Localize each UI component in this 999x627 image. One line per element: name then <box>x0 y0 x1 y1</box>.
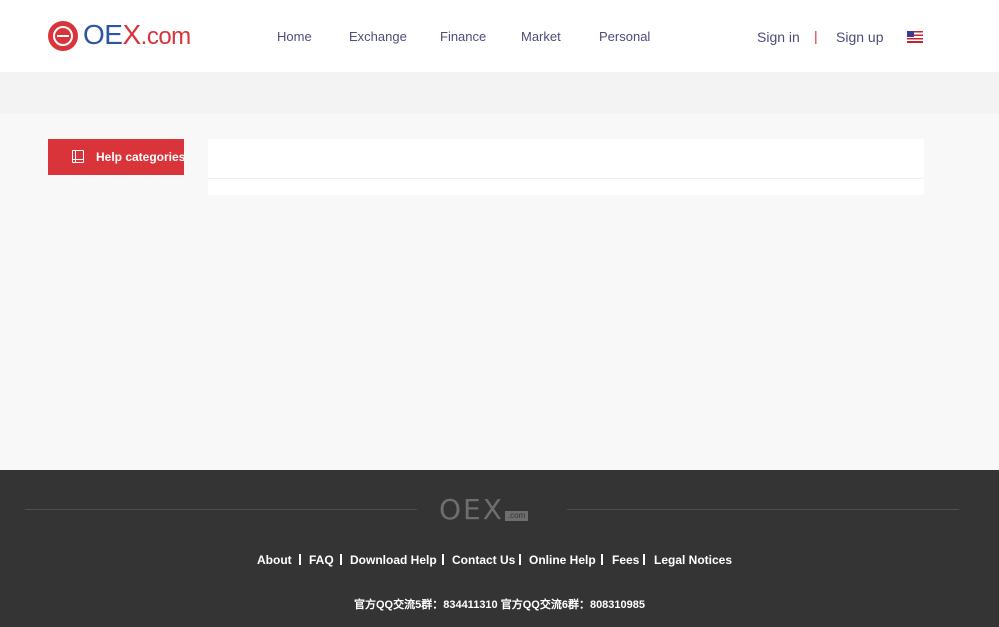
site-header: OEX.com Home Exchange Finance Market Per… <box>0 0 999 72</box>
oex-logo[interactable]: OEX.com <box>48 19 191 52</box>
nav-exchange[interactable]: Exchange <box>349 29 407 44</box>
footer-separator <box>519 554 521 565</box>
footer-separator <box>299 554 301 565</box>
footer-separator <box>643 554 645 565</box>
footer-link-about[interactable]: About <box>257 553 292 567</box>
sign-in-link[interactable]: Sign in <box>757 29 800 45</box>
qq-group-info: 官方QQ交流5群：834411310 官方QQ交流6群：808310985 <box>353 599 646 611</box>
footer-links: About FAQ Download Help Contact Us Onlin… <box>0 553 999 569</box>
footer-link-faq[interactable]: FAQ <box>309 553 334 567</box>
footer-link-download-help[interactable]: Download Help <box>350 553 437 567</box>
footer-logo: OEX .com <box>439 496 529 524</box>
help-content-panel <box>208 139 924 195</box>
nav-market[interactable]: Market <box>521 29 561 44</box>
footer-separator <box>340 554 342 565</box>
book-icon <box>72 150 84 163</box>
nav-finance[interactable]: Finance <box>440 29 486 44</box>
footer-link-fees[interactable]: Fees <box>612 553 639 567</box>
panel-divider <box>208 178 924 179</box>
auth-separator: | <box>814 28 818 44</box>
footer-link-legal-notices[interactable]: Legal Notices <box>654 553 732 567</box>
logo-text: OEX.com <box>83 19 191 50</box>
help-categories-label: Help categories <box>96 150 186 164</box>
footer-link-contact-us[interactable]: Contact Us <box>452 553 515 567</box>
sign-up-link[interactable]: Sign up <box>836 29 883 45</box>
footer-divider-right <box>567 509 959 510</box>
nav-personal[interactable]: Personal <box>599 29 650 44</box>
footer-separator <box>442 554 444 565</box>
footer-link-online-help[interactable]: Online Help <box>529 553 596 567</box>
nav-home[interactable]: Home <box>277 29 312 44</box>
footer-separator <box>601 554 603 565</box>
help-categories-button[interactable]: Help categories <box>48 139 186 175</box>
us-flag-icon[interactable] <box>907 31 923 43</box>
oex-logo-icon <box>48 21 78 51</box>
header-band <box>0 72 999 114</box>
site-footer: OEX .com About FAQ Download Help Contact… <box>0 470 999 627</box>
footer-divider-left <box>25 509 417 510</box>
